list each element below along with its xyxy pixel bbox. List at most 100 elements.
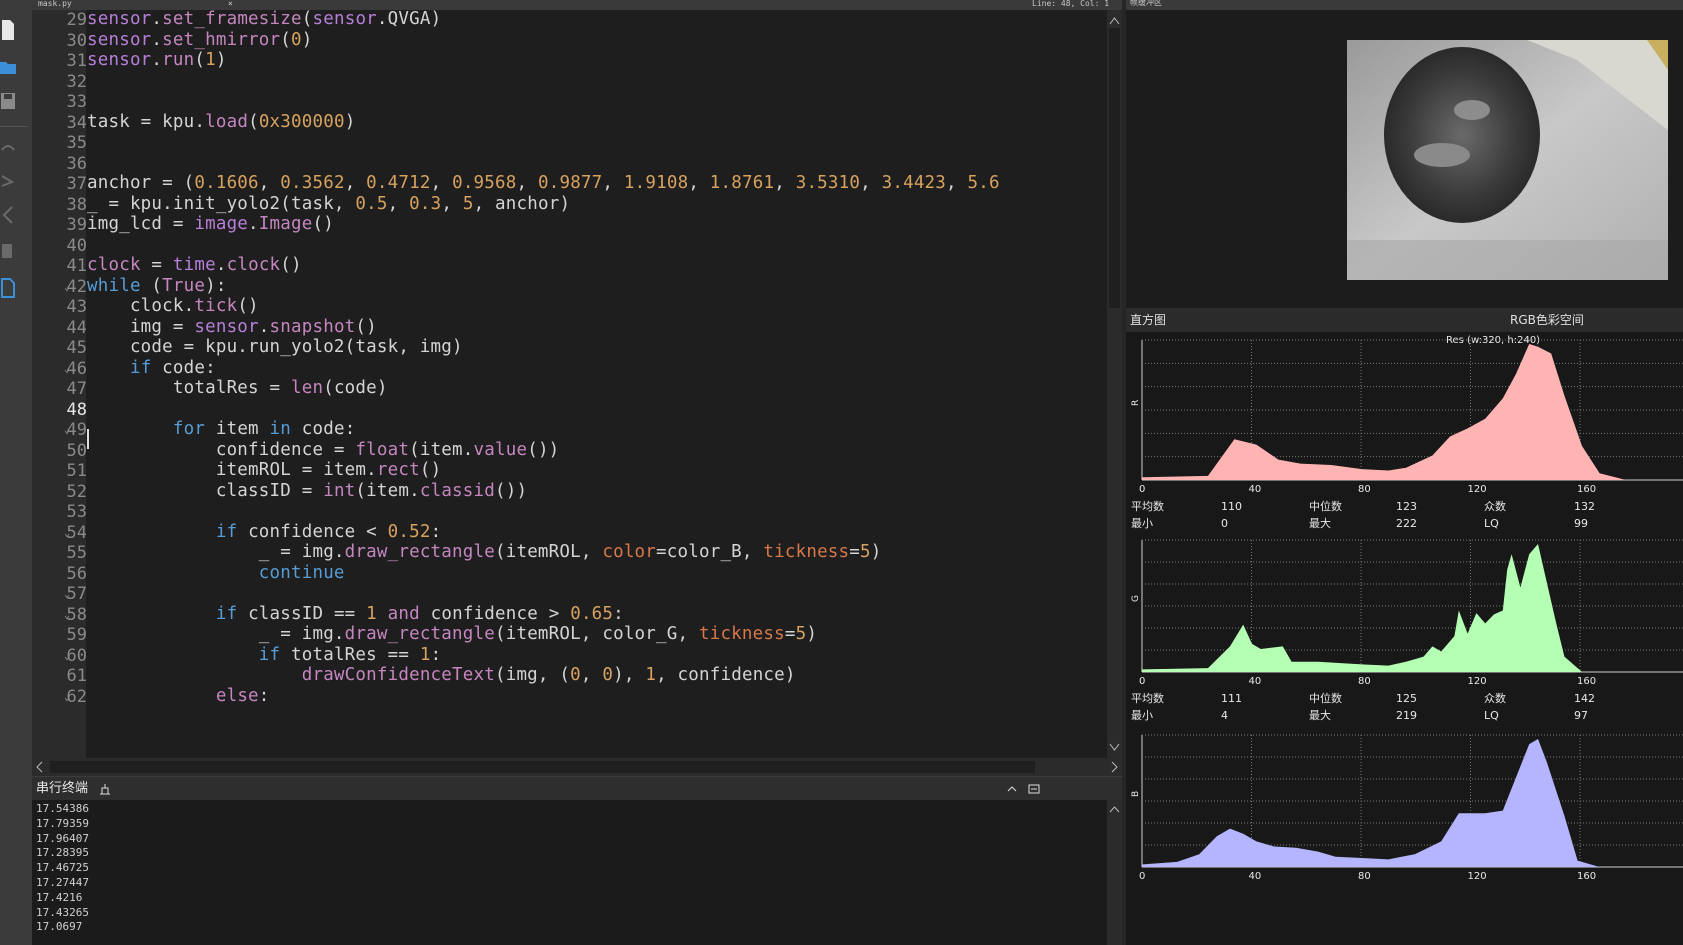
x-tick-label: 120 [1468, 871, 1487, 882]
histogram-charts: R0 40 80 120 160平均数 110 中位数 123 众数 132最小 0 最大 222 LQ 9… [1131, 339, 1683, 882]
channel-label: B [1131, 791, 1141, 797]
code-line[interactable]: sensor.run(1) [87, 49, 227, 71]
collapse-icon[interactable] [1006, 783, 1018, 795]
line-number: 39 [66, 215, 87, 235]
line-number: 60 [66, 645, 87, 666]
line-number: 35 [66, 133, 87, 153]
code-line[interactable]: itemROL = item.rect() [87, 459, 441, 481]
code-line[interactable]: clock.tick() [87, 295, 259, 317]
x-tick-label: 80 [1358, 676, 1371, 687]
stat-lq-label: LQ [1484, 709, 1499, 722]
x-tick-label: 40 [1249, 484, 1262, 495]
code-line[interactable]: _ = img.draw_rectangle(itemROL, color=co… [87, 541, 882, 563]
serial-terminal-output[interactable]: 17.54386 17.79359 17.96407 17.28395 17.46725… [32, 800, 1107, 945]
editor-hscroll-thumb[interactable] [50, 761, 1035, 773]
code-line[interactable]: confidence = float(item.value()) [87, 439, 559, 461]
colorspace-select[interactable]: RGB色彩空间 [1510, 308, 1584, 332]
editor-vscroll-thumb[interactable] [1109, 28, 1120, 308]
code-line[interactable]: img_lcd = image.Image() [87, 213, 334, 235]
left-toolbar [0, 0, 33, 945]
stat-mean: 110 [1221, 500, 1242, 513]
clear-icon[interactable] [98, 782, 112, 796]
stat-min-label: 最小 [1131, 709, 1153, 722]
tab-close-icon[interactable]: × [228, 0, 233, 9]
undo-icon[interactable] [0, 140, 16, 160]
histogram-area-r [1142, 344, 1683, 480]
terminal-line: 17.4216 [36, 890, 83, 904]
code-line[interactable]: task = kpu.load(0x300000) [87, 111, 355, 133]
line-number: 45 [66, 338, 87, 358]
terminal-line: 17.96407 [36, 831, 89, 845]
code-line[interactable]: if code: [87, 357, 216, 379]
new-file-icon[interactable] [0, 18, 16, 42]
line-number: 51 [66, 461, 87, 481]
stat-min-label: 最小 [1131, 517, 1153, 530]
line-number: 36 [66, 153, 87, 174]
line-number-gutter: 29 30 31 32 33 34 35 36 37 38 39 40 41 42 ⌄ 43 44 45 46 ⌄ 47… [32, 10, 87, 758]
stat-max: 219 [1396, 709, 1417, 722]
framebuffer-title: 帧缓冲区 [1130, 0, 1162, 7]
code-line[interactable]: code = kpu.run_yolo2(task, img) [87, 336, 463, 358]
line-number: 49 [66, 420, 87, 440]
stat-mean: 111 [1221, 692, 1242, 705]
stat-lq: 97 [1574, 709, 1588, 722]
code-line[interactable]: classID = int(item.classid()) [87, 480, 527, 502]
line-number: 31 [66, 51, 87, 71]
open-folder-icon[interactable] [0, 56, 16, 80]
stat-max: 222 [1396, 517, 1417, 530]
line-number: 40 [66, 235, 87, 256]
float-panel-icon[interactable] [1028, 783, 1040, 795]
save-icon[interactable] [0, 90, 16, 114]
code-line[interactable]: while (True): [87, 275, 227, 297]
code-line[interactable]: _ = img.draw_rectangle(itemROL, color_G,… [87, 623, 817, 645]
stat-median: 123 [1396, 500, 1417, 513]
code-line[interactable]: _ = kpu.init_yolo2(task, 0.5, 0.3, 5, an… [87, 193, 570, 215]
code-line[interactable]: sensor.set_hmirror(0) [87, 29, 313, 51]
code-editor[interactable]: sensor.set_framesize(sensor.QVGA) sensor.… [86, 10, 1107, 758]
tab-histogram[interactable]: 直方图 [1130, 308, 1166, 332]
stat-mode: 142 [1574, 692, 1595, 705]
line-number: 30 [66, 30, 87, 51]
x-tick-label: 160 [1577, 484, 1596, 495]
code-line[interactable]: clock = time.clock() [87, 254, 302, 276]
stat-min: 0 [1221, 517, 1228, 530]
terminal-line: 17.0697 [36, 920, 83, 934]
line-number: 44 [66, 317, 87, 338]
stat-mean-label: 平均数 [1131, 692, 1164, 705]
x-tick-label: 120 [1468, 676, 1487, 687]
code-line[interactable]: if confidence < 0.52: [87, 521, 441, 543]
histogram-area-g [1142, 544, 1683, 672]
histogram-area-b [1142, 739, 1683, 867]
code-line[interactable]: drawConfidenceText(img, (0, 0), 1, confi… [87, 664, 796, 686]
line-number: 47 [66, 379, 87, 399]
code-line[interactable]: anchor = (0.1606, 0.3562, 0.4712, 0.9568… [87, 172, 1000, 194]
code-line[interactable]: sensor.set_framesize(sensor.QVGA) [87, 10, 441, 30]
x-tick-label: 40 [1249, 676, 1262, 687]
line-number: 42 [66, 276, 87, 297]
line-number: 33 [66, 92, 87, 112]
tab-mask-py[interactable]: mask.py [38, 0, 72, 9]
paste-icon[interactable] [0, 275, 16, 299]
x-tick-label: 0 [1139, 676, 1145, 687]
code-line[interactable]: else: [87, 685, 270, 707]
code-line[interactable]: totalRes = len(code) [87, 377, 388, 399]
terminal-line: 17.79359 [36, 816, 89, 830]
channel-label: R [1131, 400, 1141, 406]
line-number: 59 [66, 625, 87, 645]
stat-mean-label: 平均数 [1131, 500, 1164, 513]
line-number: 53 [66, 502, 87, 522]
terminal-scrollbar[interactable] [1107, 800, 1122, 945]
cut-icon[interactable] [0, 205, 16, 225]
fold-chevron-icon[interactable]: ⌄ [64, 687, 70, 709]
code-line[interactable]: continue [87, 562, 345, 584]
code-line[interactable]: if classID == 1 and confidence > 0.65: [87, 603, 624, 625]
code-line[interactable]: img = sensor.snapshot() [87, 316, 377, 338]
line-number: 55 [66, 543, 87, 563]
redo-icon[interactable] [0, 170, 16, 190]
stat-median-label: 中位数 [1309, 499, 1342, 513]
code-line[interactable]: for item in code: [87, 418, 355, 440]
copy-icon[interactable] [0, 240, 16, 264]
stat-min: 4 [1221, 709, 1228, 722]
line-number: 58 [66, 604, 87, 625]
code-line[interactable]: if totalRes == 1: [87, 644, 441, 666]
